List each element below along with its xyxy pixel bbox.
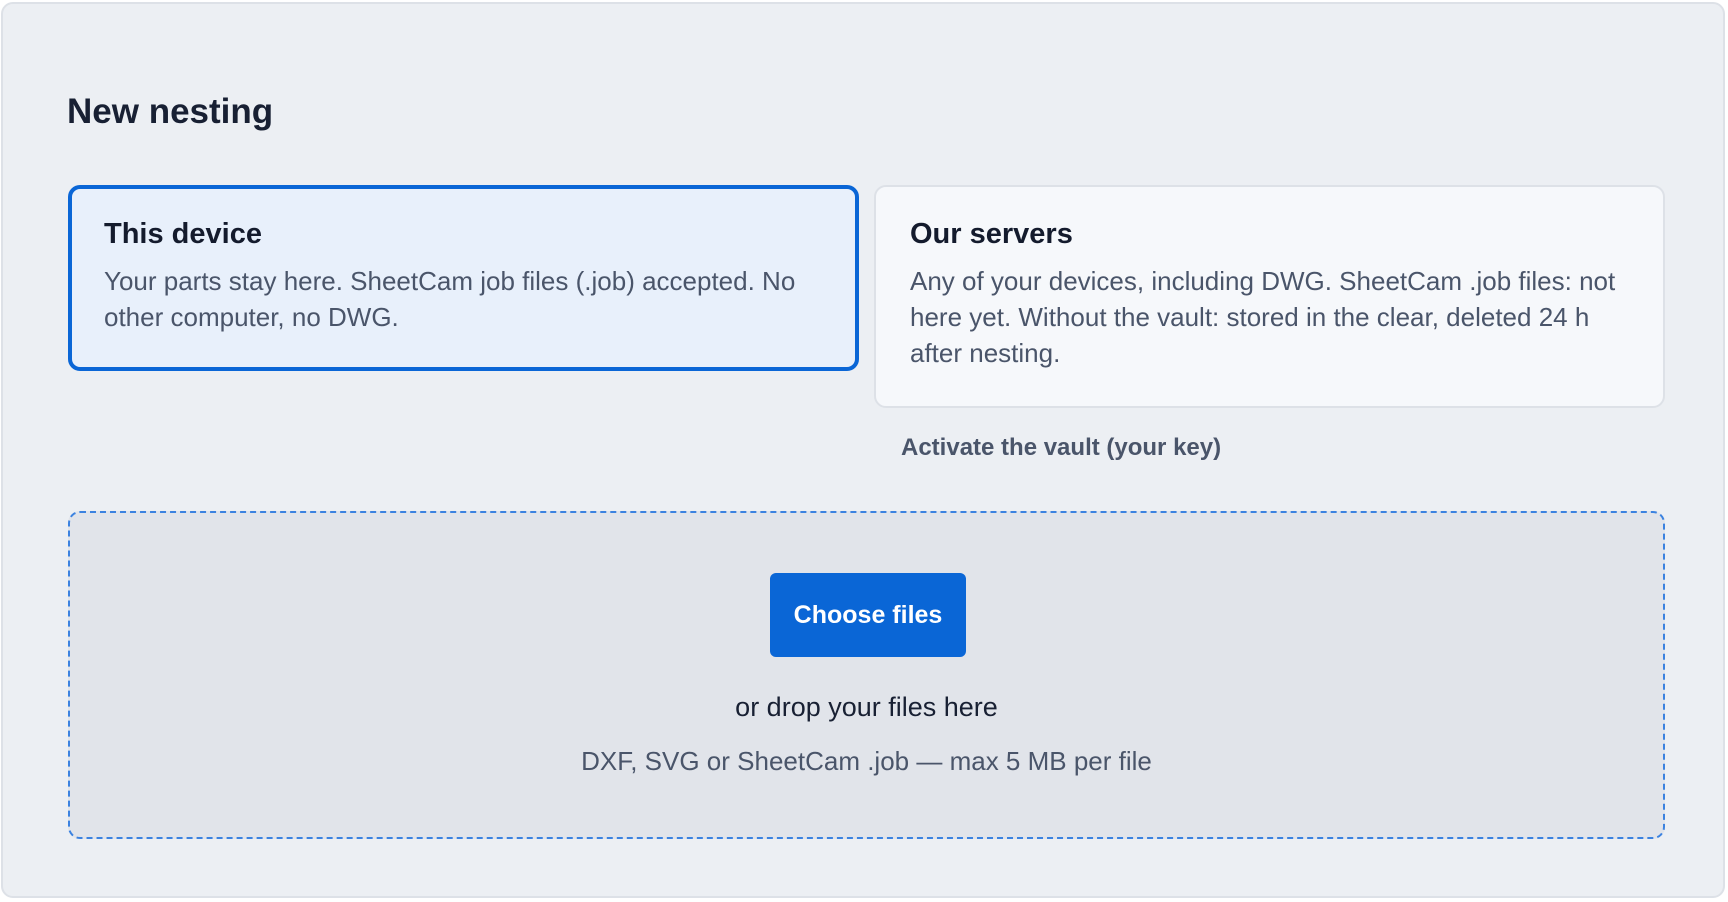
option-description: Any of your devices, including DWG. Shee… <box>910 266 1616 368</box>
file-dropzone[interactable]: Choose files or drop your files here DXF… <box>68 511 1665 839</box>
drop-instruction: or drop your files here <box>735 692 998 722</box>
option-title: This device <box>104 218 262 250</box>
activate-vault-link[interactable]: Activate the vault (your key) <box>901 432 1221 464</box>
option-this-device[interactable]: This device Your parts stay here. SheetC… <box>68 185 859 371</box>
choose-files-button[interactable]: Choose files <box>770 573 966 657</box>
page-title: New nesting <box>67 92 274 131</box>
option-our-servers[interactable]: Our servers Any of your devices, includi… <box>874 185 1665 408</box>
option-description: Your parts stay here. SheetCam job files… <box>104 266 796 332</box>
option-title: Our servers <box>910 218 1073 250</box>
new-nesting-panel: New nesting This device Your parts stay … <box>1 2 1725 898</box>
file-format-hint: DXF, SVG or SheetCam .job — max 5 MB per… <box>581 746 1152 776</box>
